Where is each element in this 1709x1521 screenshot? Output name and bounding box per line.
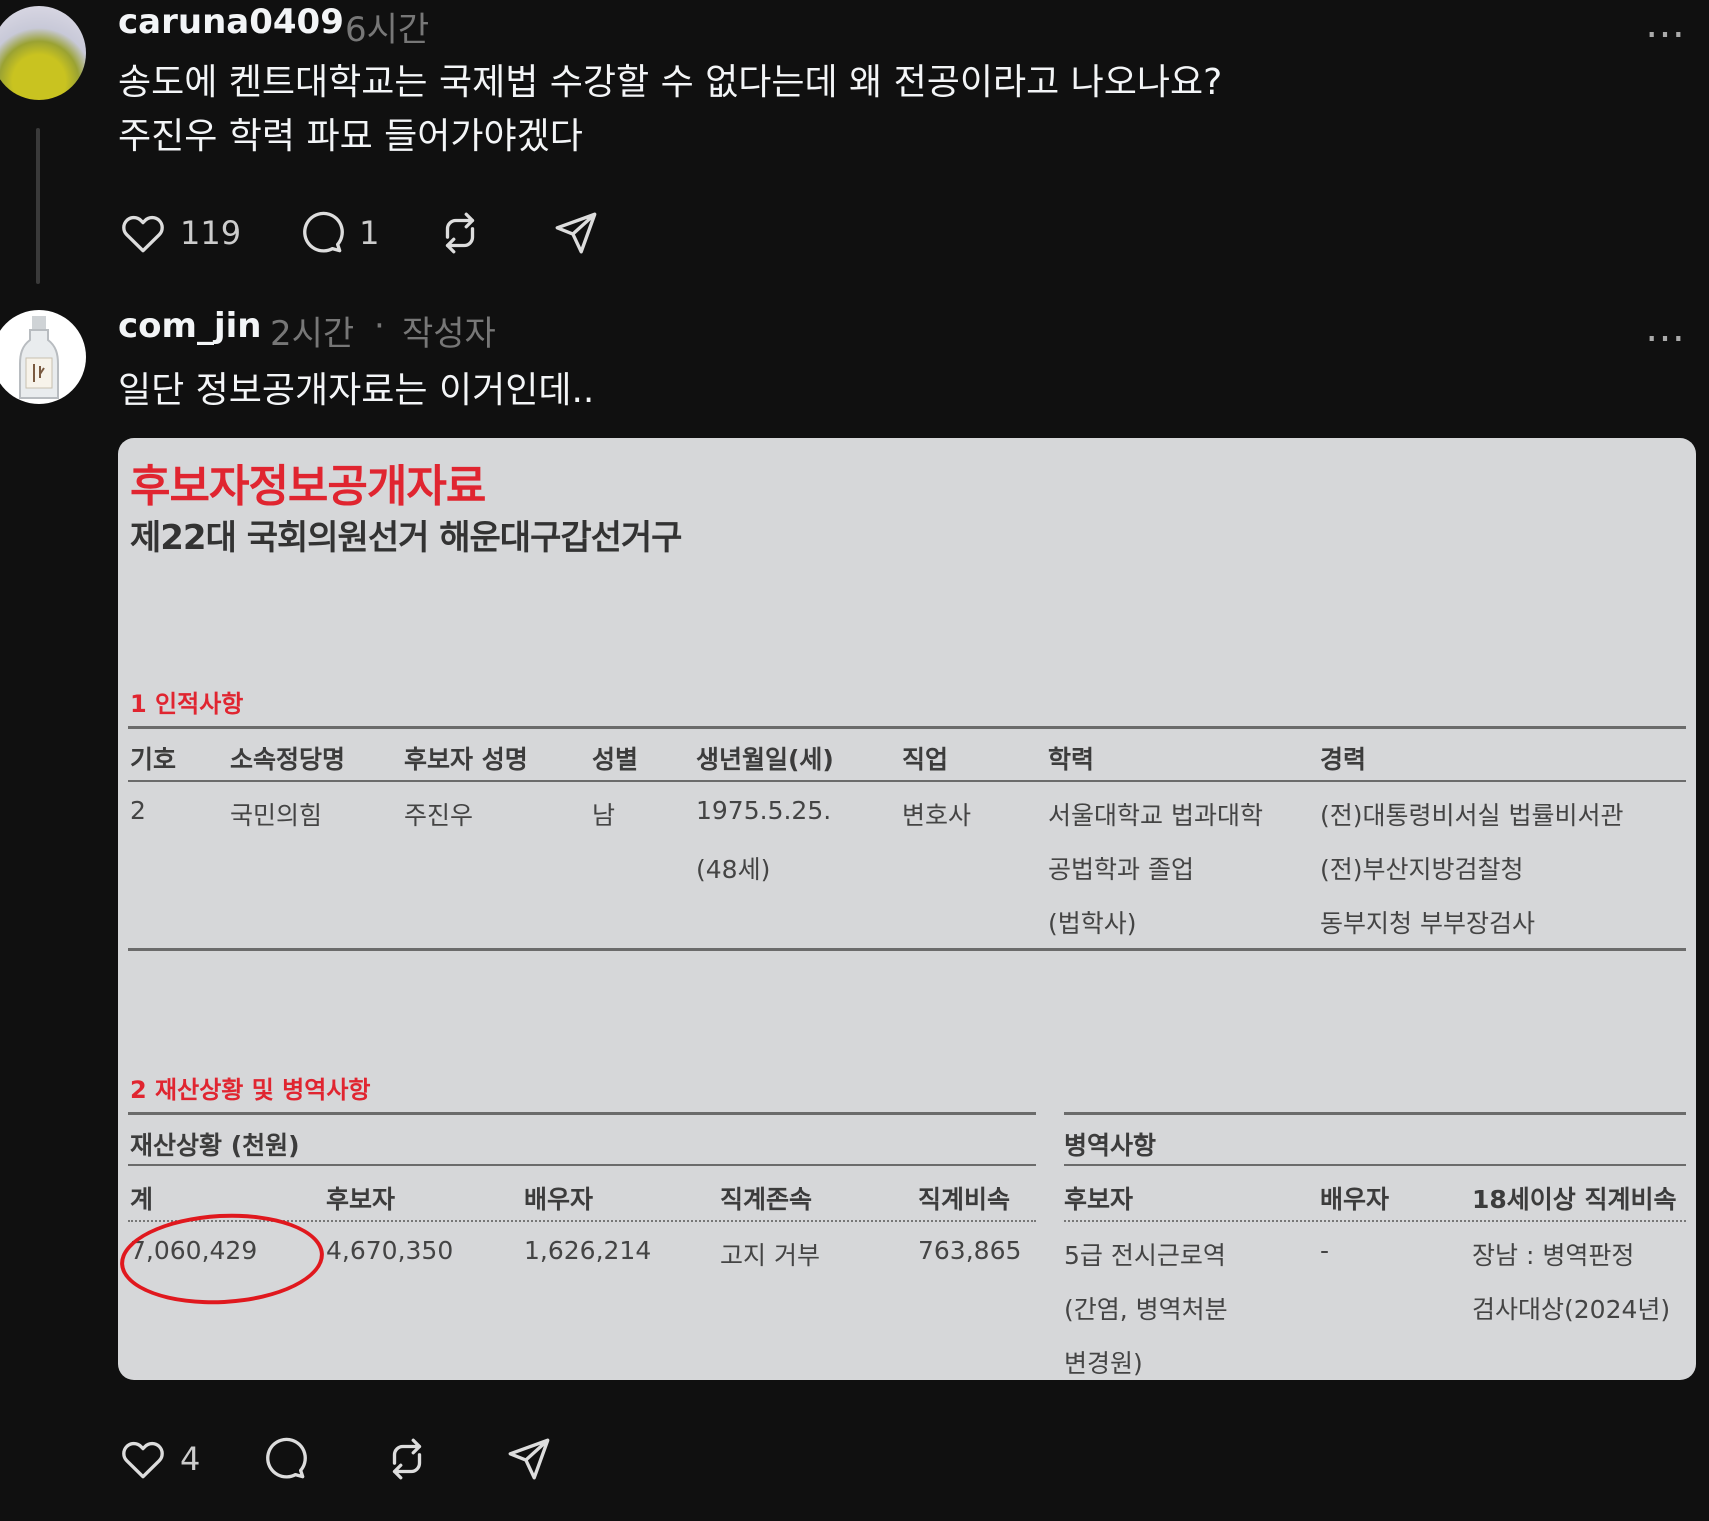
share-button[interactable] bbox=[504, 1434, 564, 1484]
section-1-heading: 1 인적사항 bbox=[130, 690, 244, 718]
asset-header-candidate: 후보자 bbox=[326, 1185, 396, 1214]
military-header-spouse: 배우자 bbox=[1320, 1185, 1390, 1214]
military-candidate-line: (간염, 병역처분 bbox=[1064, 1295, 1228, 1324]
bottle-icon bbox=[19, 316, 59, 399]
heart-icon bbox=[122, 215, 164, 253]
action-bar: 119 1 bbox=[118, 208, 667, 258]
red-highlight-circle bbox=[118, 1208, 327, 1310]
action-bar: 4 bbox=[118, 1434, 620, 1484]
avatar[interactable] bbox=[0, 310, 86, 404]
header-birth: 생년월일(세) bbox=[696, 745, 834, 774]
heart-icon bbox=[122, 1441, 164, 1479]
military-candidate-line: 변경원) bbox=[1064, 1349, 1143, 1378]
thread-line bbox=[36, 128, 40, 284]
asset-spouse-value: 1,626,214 bbox=[524, 1236, 652, 1265]
career-line: 동부지청 부부장검사 bbox=[1320, 909, 1535, 938]
repost-button[interactable] bbox=[435, 208, 495, 258]
candidate-birth: 1975.5.25. bbox=[696, 796, 832, 825]
comment-icon bbox=[303, 211, 344, 253]
document-subtitle: 제22대 국회의원선거 해운대구갑선거구 bbox=[130, 518, 682, 558]
reply-button[interactable] bbox=[260, 1434, 320, 1484]
military-title: 병역사항 bbox=[1064, 1131, 1157, 1160]
military-header-children: 18세이상 직계비속 bbox=[1472, 1185, 1677, 1214]
repost-button[interactable] bbox=[382, 1434, 442, 1484]
candidate-number: 2 bbox=[130, 796, 146, 825]
divider bbox=[128, 780, 1686, 782]
candidate-job: 변호사 bbox=[902, 801, 972, 830]
header-career: 경력 bbox=[1320, 745, 1367, 774]
divider bbox=[1064, 1164, 1686, 1166]
username[interactable]: com_jin bbox=[118, 306, 261, 346]
attached-image[interactable]: 후보자정보공개자료 제22대 국회의원선거 해운대구갑선거구 1 인적사항 기호… bbox=[118, 438, 1696, 1380]
candidate-party: 국민의힘 bbox=[230, 801, 323, 830]
repost-icon bbox=[393, 1438, 422, 1480]
header-education: 학력 bbox=[1048, 745, 1095, 774]
asset-ascendant-value: 고지 거부 bbox=[720, 1241, 820, 1270]
asset-header-spouse: 배우자 bbox=[524, 1185, 594, 1214]
like-button[interactable]: 4 bbox=[118, 1434, 200, 1484]
education-line: 공법학과 졸업 bbox=[1048, 855, 1194, 884]
candidate-name: 주진우 bbox=[404, 801, 474, 830]
career-line: (전)부산지방검찰청 bbox=[1320, 855, 1524, 884]
timestamp: 6시간 bbox=[345, 10, 430, 50]
asset-header-descendant: 직계비속 bbox=[918, 1185, 1011, 1214]
post-text-line-1: 송도에 켄트대학교는 국제법 수강할 수 없다는데 왜 전공이라고 나오나요? bbox=[118, 62, 1223, 103]
asset-descendant-value: 763,865 bbox=[918, 1236, 1022, 1265]
header-name: 후보자 성명 bbox=[404, 745, 528, 774]
post-text-line-2: 주진우 학력 파묘 들어가야겠다 bbox=[118, 116, 583, 157]
more-options-icon[interactable]: … bbox=[1645, 308, 1687, 348]
asset-header-ascendant: 직계존속 bbox=[720, 1185, 813, 1214]
send-icon bbox=[508, 1438, 550, 1480]
education-line: 서울대학교 법과대학 bbox=[1048, 801, 1263, 830]
avatar[interactable] bbox=[0, 6, 86, 100]
asset-header-total: 계 bbox=[130, 1185, 154, 1214]
military-candidate-line: 5급 전시근로역 bbox=[1064, 1241, 1226, 1270]
comment-icon bbox=[266, 1437, 308, 1479]
asset-candidate-value: 4,670,350 bbox=[326, 1236, 454, 1265]
assets-title: 재산상황 (천원) bbox=[130, 1131, 300, 1160]
divider bbox=[1064, 1112, 1686, 1115]
like-button[interactable]: 119 bbox=[118, 208, 241, 258]
post-text: 일단 정보공개자료는 이거인데.. bbox=[118, 370, 595, 411]
header-job: 직업 bbox=[902, 745, 949, 774]
send-icon bbox=[556, 212, 597, 254]
divider bbox=[128, 726, 1686, 729]
military-children-line: 장남 : 병역판정 bbox=[1472, 1241, 1635, 1270]
divider bbox=[128, 1164, 1036, 1166]
header-gender: 성별 bbox=[592, 745, 639, 774]
education-line: (법학사) bbox=[1048, 909, 1137, 938]
like-count: 119 bbox=[180, 214, 242, 252]
career-line: (전)대통령비서실 법률비서관 bbox=[1320, 801, 1624, 830]
military-children-line: 검사대상(2024년) bbox=[1472, 1295, 1671, 1324]
timestamp: 2시간 bbox=[270, 314, 355, 354]
more-options-icon[interactable]: … bbox=[1645, 4, 1687, 44]
like-count: 4 bbox=[180, 1440, 201, 1478]
username[interactable]: caruna0409 bbox=[118, 2, 344, 42]
military-header-candidate: 후보자 bbox=[1064, 1185, 1134, 1214]
reply-count: 1 bbox=[359, 214, 380, 252]
document-title: 후보자정보공개자료 bbox=[130, 461, 486, 512]
repost-icon bbox=[446, 212, 475, 254]
meta-separator: · bbox=[374, 306, 385, 346]
candidate-gender: 남 bbox=[592, 801, 616, 830]
military-spouse-value: - bbox=[1320, 1236, 1330, 1265]
dotted-divider bbox=[1064, 1220, 1686, 1222]
section-2-heading: 2 재산상황 및 병역사항 bbox=[130, 1076, 371, 1104]
share-button[interactable] bbox=[551, 208, 611, 258]
divider bbox=[128, 948, 1686, 951]
candidate-age: (48세) bbox=[696, 855, 771, 884]
author-badge: 작성자 bbox=[402, 314, 496, 354]
header-party: 소속정당명 bbox=[230, 745, 346, 774]
header-number: 기호 bbox=[130, 745, 177, 774]
divider bbox=[128, 1112, 1036, 1115]
reply-button[interactable]: 1 bbox=[297, 208, 379, 258]
